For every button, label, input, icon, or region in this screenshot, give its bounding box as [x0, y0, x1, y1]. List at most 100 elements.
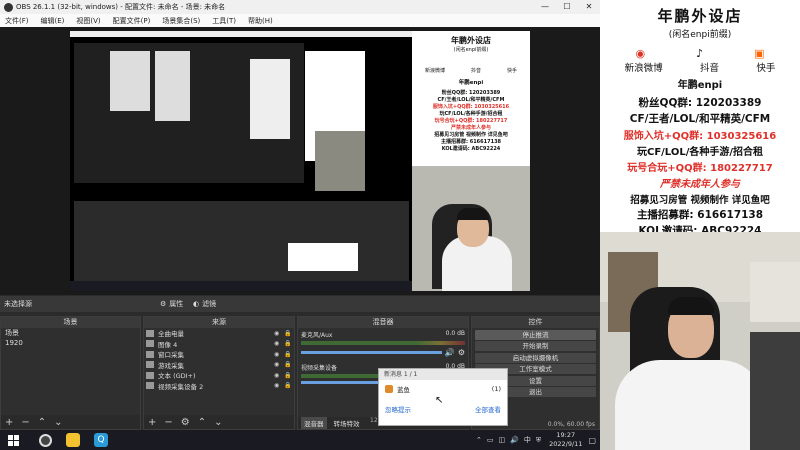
move-down-icon[interactable]: ⌄ [214, 417, 222, 428]
gear-icon[interactable]: ⚙ [181, 417, 190, 428]
preview-service-group: 服饰入坑+QQ群: 1030325616 [432, 104, 510, 110]
menu-scene-collection[interactable]: 场景集合(S) [162, 16, 200, 26]
banner-subtitle: (闲名enpi前缀) [668, 30, 732, 40]
volume-slider[interactable] [301, 381, 381, 384]
popup-item-label: 蓝鱼 [397, 386, 410, 394]
source-item[interactable]: 游戏采集 ◉ 🔒 [144, 360, 294, 371]
channel-name: 麦克风/Aux [301, 332, 333, 339]
view-all-link[interactable]: 全部查看 [475, 404, 501, 414]
menu-help[interactable]: 帮助(H) [248, 16, 273, 26]
remove-icon[interactable]: − [21, 417, 29, 428]
source-item[interactable]: 全曲电量 ◉ 🔒 [144, 328, 294, 339]
start-recording-button[interactable]: 开始录制 [475, 341, 596, 351]
lock-icon[interactable]: 🔒 [284, 361, 294, 368]
input-method-icon[interactable]: 中 [524, 435, 531, 445]
preview-games: CF/王者/LOL/和平精英/CFM [437, 97, 505, 103]
filters-button[interactable]: ◐ 滤镜 [193, 299, 216, 309]
mouse-cursor-icon: ↖ [435, 395, 444, 406]
eye-icon[interactable]: ◉ [274, 330, 284, 337]
source-item[interactable]: 文本 (GDI+) ◉ 🔒 [144, 370, 294, 381]
ignore-link[interactable]: 忽略提示 [385, 404, 411, 414]
preview-banner: 年鹏外设店 (闲名enpi前缀) 新浪微博 抖音 快手 年鹏enpi 粉丝QQ群… [412, 31, 530, 166]
games-line: CF/王者/LOL/和平精英/CFM [629, 113, 771, 125]
service-group: 服饰入坑+QQ群: 1030325616 [623, 131, 777, 142]
scenes-dock: 场景 场景 1920 + − ⌃ ⌄ [0, 316, 141, 430]
fans-group: 粉丝QQ群: 120203389 [638, 97, 762, 109]
network-icon[interactable]: ◫ [499, 436, 506, 444]
menu-file[interactable]: 文件(F) [5, 16, 29, 26]
eye-icon[interactable]: ◉ [274, 382, 284, 389]
remove-icon[interactable]: − [164, 417, 172, 428]
eye-icon[interactable]: ◉ [274, 361, 284, 368]
obs-taskbar-icon[interactable] [39, 433, 52, 447]
kuaishou-label: 快手 [756, 63, 776, 74]
eye-icon[interactable]: ◉ [274, 372, 284, 379]
menu-tools[interactable]: 工具(T) [212, 16, 236, 26]
preview-shoot-group: 玩CF/LOL/各种手游/招合租 [439, 111, 503, 117]
desk-object [750, 332, 800, 450]
eye-icon[interactable]: ◉ [274, 340, 284, 347]
source-item[interactable]: 图像 4 ◉ 🔒 [144, 339, 294, 350]
windows-start-icon[interactable] [8, 434, 19, 446]
title-bar: OBS 26.1.1 (32-bit, windows) - 配置文件: 未命名… [0, 0, 600, 14]
sources-dock: 来源 全曲电量 ◉ 🔒 图像 4 ◉ 🔒 窗口采集 ◉ 🔒 游戏采集 ◉ 🔒 文本 (GDI+)… [143, 316, 295, 430]
clock[interactable]: 19:27 2022/9/11 [549, 431, 582, 449]
scene-item[interactable]: 场景 [1, 328, 140, 338]
fps-readout: 0.0%, 60.00 fps [547, 421, 595, 428]
scenes-header: 场景 [63, 318, 78, 326]
sources-header: 来源 [212, 318, 226, 326]
source-label: 图像 4 [158, 340, 178, 349]
preview-anchor-group: 主播招募群: 616617138 [440, 139, 502, 145]
menu-profile[interactable]: 配置文件(P) [113, 16, 151, 26]
q-app-icon[interactable]: Q [94, 433, 108, 447]
scene-item[interactable]: 1920 [1, 338, 140, 348]
filters-label: 滤镜 [202, 300, 217, 308]
speaker-icon[interactable]: 🔊 [445, 348, 455, 357]
volume-icon[interactable]: 🔊 [510, 436, 519, 444]
lock-icon[interactable]: 🔒 [284, 351, 294, 358]
warning-line: 严禁未成年人参与 [660, 179, 740, 190]
move-up-icon[interactable]: ⌃ [38, 417, 46, 428]
volume-slider[interactable] [301, 351, 442, 354]
tray-up-icon[interactable]: ⌃ [476, 436, 482, 444]
gear-icon[interactable]: ⚙ [458, 348, 465, 357]
clock-date: 2022/9/11 [549, 440, 583, 448]
add-icon[interactable]: + [5, 417, 13, 428]
notification-center-icon[interactable]: ▢ [588, 436, 596, 445]
move-up-icon[interactable]: ⌃ [198, 417, 206, 428]
source-item[interactable]: 窗口采集 ◉ 🔒 [144, 349, 294, 360]
obs-window: OBS 26.1.1 (32-bit, windows) - 配置文件: 未命名… [0, 0, 600, 430]
battery-icon[interactable]: ▭ [487, 436, 494, 444]
shield-icon[interactable]: ⛨ [536, 436, 541, 445]
minimize-button[interactable]: — [534, 0, 556, 14]
weibo-label: 新浪微博 [624, 63, 663, 74]
lock-icon[interactable]: 🔒 [284, 372, 294, 379]
lock-icon[interactable]: 🔒 [284, 382, 294, 389]
no-source-label: 未选择源 [4, 300, 32, 308]
add-icon[interactable]: + [148, 417, 156, 428]
maximize-button[interactable]: ☐ [556, 0, 578, 14]
move-down-icon[interactable]: ⌄ [54, 417, 62, 428]
lock-icon[interactable]: 🔒 [284, 330, 294, 337]
preview-banner-subtitle: (闲名enpi前缀) [453, 47, 489, 53]
chat-app-icon[interactable] [66, 433, 80, 447]
menu-view[interactable]: 视图(V) [76, 16, 100, 26]
tab-mixer[interactable]: 混音器 [301, 417, 327, 429]
source-label: 文本 (GDI+) [158, 372, 196, 381]
stop-streaming-button[interactable]: 停止推流 [475, 329, 596, 340]
shoot-group: 玩CF/LOL/各种手游/招合租 [636, 147, 763, 158]
source-status-bar: 未选择源 ⚙ 属性 ◐ 滤镜 [0, 296, 600, 312]
virtual-camera-button[interactable]: 启动虚拟摄像机 [475, 352, 596, 363]
menu-edit[interactable]: 编辑(E) [41, 16, 65, 26]
lock-icon[interactable]: 🔒 [284, 340, 294, 347]
preview-kuaishou-label: 快手 [506, 68, 517, 74]
source-icon [146, 382, 154, 390]
eye-icon[interactable]: ◉ [274, 351, 284, 358]
source-item[interactable]: 视频采集设备 2 ◉ 🔒 [144, 381, 294, 392]
weibo-icon: ◉ [635, 47, 646, 60]
banner-handle: 年鹏enpi [677, 80, 723, 91]
properties-button[interactable]: ⚙ 属性 [160, 299, 183, 309]
tab-transitions[interactable]: 转场特效 [331, 417, 363, 429]
close-button[interactable]: ✕ [578, 0, 600, 14]
controls-header: 控件 [528, 318, 543, 326]
